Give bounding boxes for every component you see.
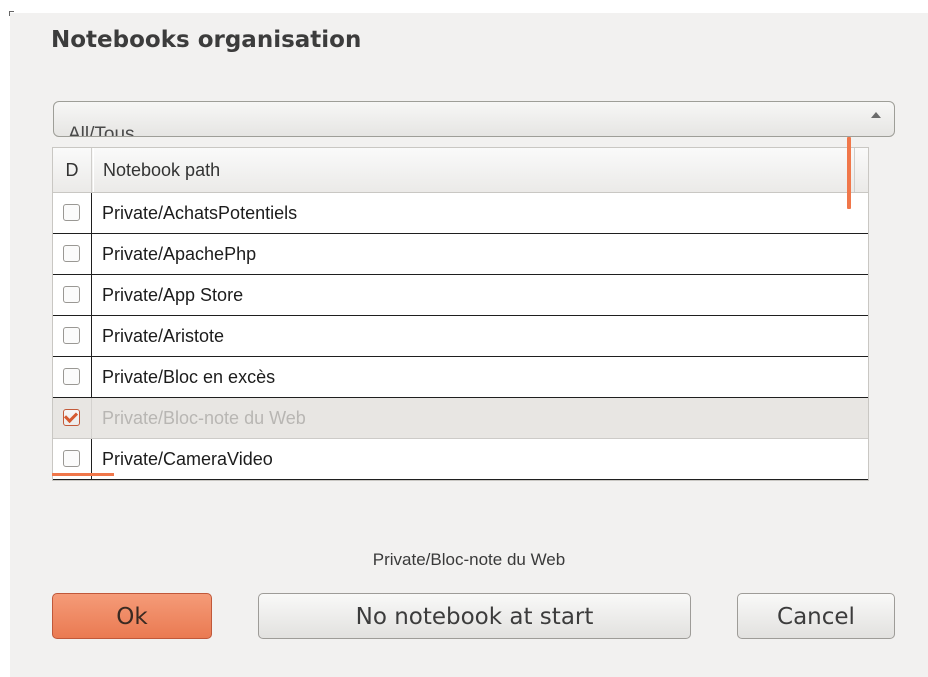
row-checkbox[interactable]: [63, 327, 80, 344]
notebook-path: Private/AchatsPotentiels: [102, 203, 298, 223]
dialog-title: Notebooks organisation: [51, 27, 362, 53]
checkbox-cell: [53, 193, 92, 233]
table-row[interactable]: Private/Aristote: [53, 316, 868, 357]
table-row-selected[interactable]: Private/Bloc-note du Web: [53, 398, 868, 439]
checkbox-cell: [53, 398, 92, 438]
checkbox-cell: [53, 357, 92, 397]
filter-combo-value: All/Tous: [68, 124, 135, 137]
notebooks-dialog: Notebooks organisation All/Tous D Notebo…: [10, 13, 928, 677]
chevron-up-icon: [871, 112, 881, 118]
row-checkbox[interactable]: [63, 450, 80, 467]
filter-combo[interactable]: All/Tous: [53, 101, 895, 137]
horizontal-scroll-indicator[interactable]: [52, 473, 114, 476]
checkbox-cell: [53, 234, 92, 274]
notebook-path: Private/ApachePhp: [102, 244, 257, 264]
list-header: D Notebook path: [53, 148, 868, 193]
selected-path-label: Private/Bloc-note du Web: [372, 550, 566, 569]
checkbox-cell: [53, 275, 92, 315]
table-row[interactable]: Private/CameraVideo: [53, 439, 868, 480]
list-rows: Private/AchatsPotentiels Private/ApacheP…: [53, 193, 868, 480]
table-row[interactable]: Private/ApachePhp: [53, 234, 868, 275]
checkbox-cell: [53, 316, 92, 356]
notebook-path: Private/Bloc-note du Web: [102, 408, 306, 428]
ok-button[interactable]: Ok: [52, 593, 212, 639]
vertical-scroll-indicator[interactable]: [847, 137, 851, 209]
column-header-d[interactable]: D: [53, 148, 92, 192]
cancel-button[interactable]: Cancel: [737, 593, 895, 639]
dialog-titlebar: Notebooks organisation: [10, 13, 928, 69]
notebook-path: Private/Bloc en excès: [102, 367, 276, 387]
notebook-path: Private/App Store: [102, 285, 244, 305]
notebook-path: Private/CameraVideo: [102, 449, 273, 469]
column-header-notebook-path[interactable]: Notebook path: [93, 148, 855, 192]
row-checkbox[interactable]: [63, 368, 80, 385]
notebook-path: Private/Aristote: [102, 326, 225, 346]
row-checkbox[interactable]: [63, 286, 80, 303]
table-row[interactable]: Private/AchatsPotentiels: [53, 193, 868, 234]
row-checkbox[interactable]: [63, 204, 80, 221]
no-notebook-at-start-button[interactable]: No notebook at start: [258, 593, 691, 639]
row-checkbox[interactable]: [63, 245, 80, 262]
table-row[interactable]: Private/Bloc en excès: [53, 357, 868, 398]
notebook-list[interactable]: D Notebook path Private/AchatsPotentiels…: [52, 147, 869, 481]
table-row[interactable]: Private/App Store: [53, 275, 868, 316]
row-checkbox-checked[interactable]: [63, 409, 80, 426]
